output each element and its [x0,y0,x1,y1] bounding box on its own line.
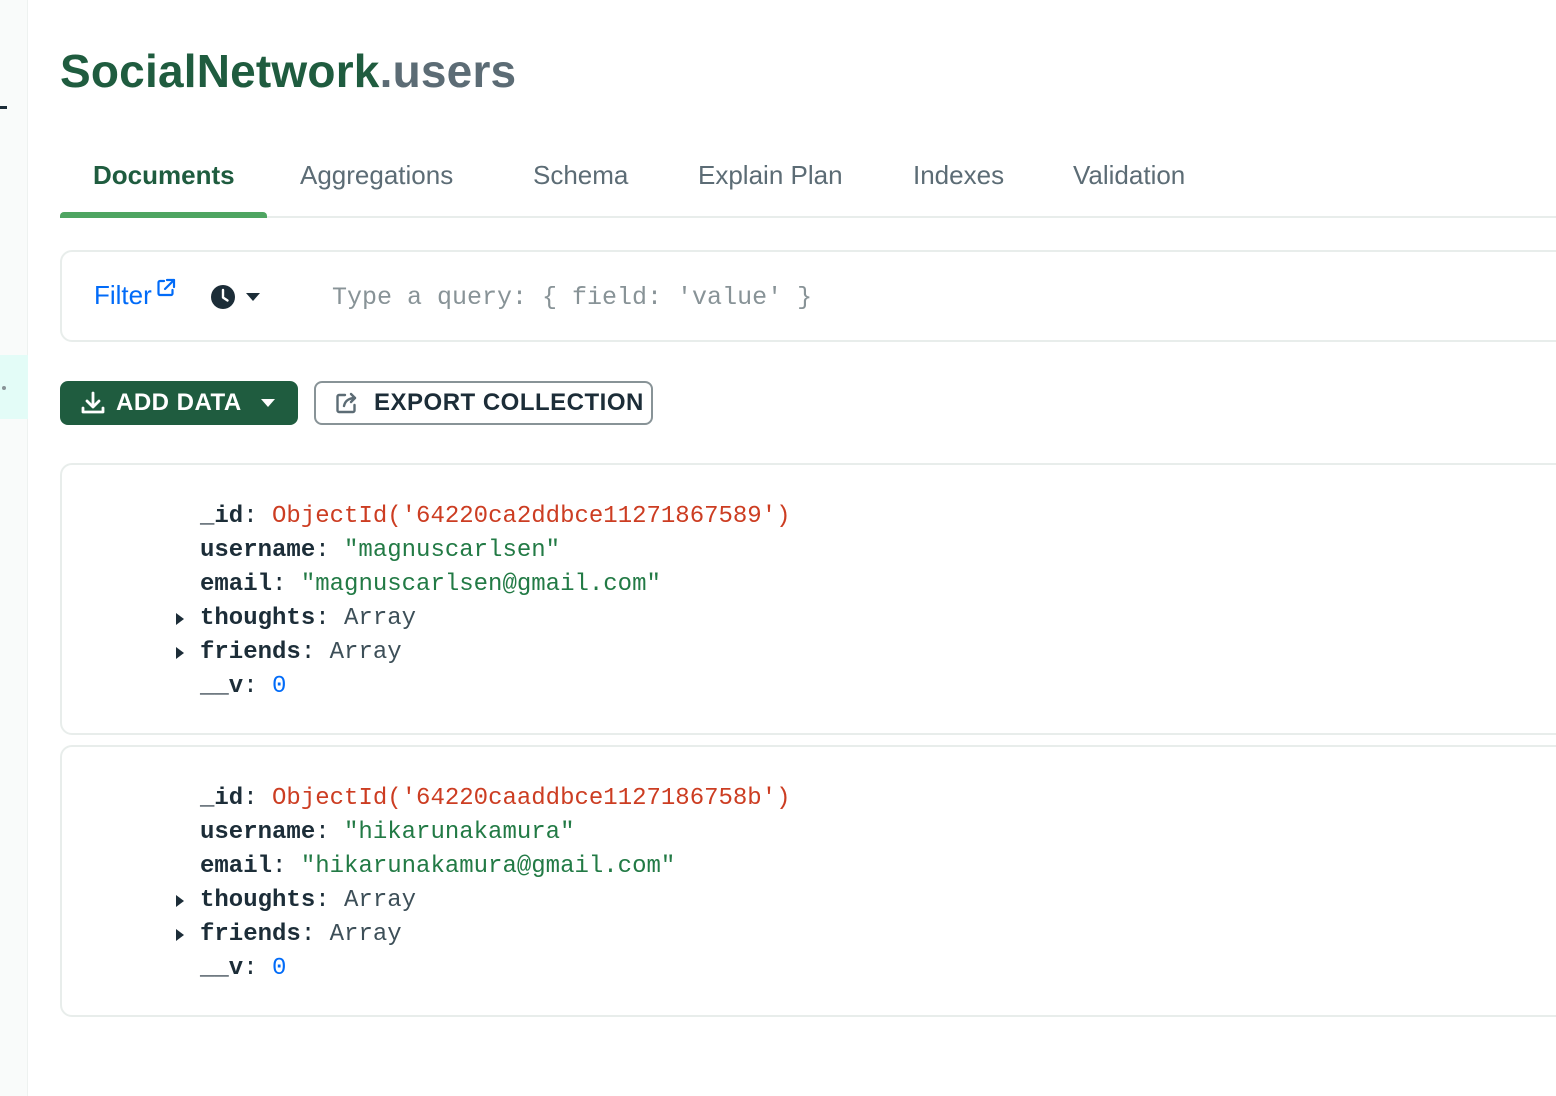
add-data-label: ADD DATA [116,389,242,416]
tab-schema[interactable]: Schema [533,134,628,216]
tab-label: Schema [533,159,629,190]
field-value-string: "hikarunakamura@gmail.com" [300,853,676,880]
field-row-friends: friends: Array [62,636,791,670]
field-row-friends: friends: Array [62,918,791,952]
field-key: thoughts [200,605,316,632]
external-link-icon [157,278,175,297]
field-value-string: "magnuscarlsen@gmail.com" [300,571,661,598]
field-row-id: _id: ObjectId('64220ca2ddbce11271867589'… [200,503,791,530]
document-card[interactable]: _id: ObjectId('64220ca2ddbce11271867589'… [60,463,1556,735]
caret-down-icon [260,399,275,407]
tab-label: Indexes [913,159,1005,190]
field-key: friends [200,921,301,948]
active-tab-indicator [60,212,267,218]
document-fields: _id: ObjectId('64220caaddbce1127186758b'… [62,782,791,986]
field-row-username: username: "hikarunakamura" [200,819,575,846]
field-row-email: email: "hikarunakamura@gmail.com" [200,853,676,880]
field-key: username [200,537,316,564]
field-value-type: Array [329,921,402,948]
field-key: email [200,571,273,598]
tab-label: Documents [93,159,235,190]
expand-arrow-icon[interactable] [176,929,184,941]
tab-validation[interactable]: Validation [1073,134,1185,216]
field-row-username: username: "magnuscarlsen" [200,537,561,564]
sidebar-marker [0,106,7,109]
field-row-thoughts: thoughts: Array [62,602,791,636]
filter-bar: Filter [60,250,1556,342]
field-row-version: __v: 0 [200,955,287,982]
field-key: friends [200,639,301,666]
tab-label: Validation [1073,159,1186,190]
tab-documents[interactable]: Documents [93,134,235,216]
field-row-thoughts: thoughts: Array [62,884,791,918]
caret-down-icon [246,293,260,301]
expand-arrow-icon[interactable] [176,647,184,659]
field-value-number: 0 [272,673,287,700]
document-card[interactable]: _id: ObjectId('64220caaddbce1127186758b'… [60,745,1556,1017]
field-value-string: "hikarunakamura" [344,819,575,846]
expand-arrow-icon[interactable] [176,895,184,907]
sidebar-dot-icon [2,386,6,390]
field-key: __v [200,673,244,700]
tab-indexes[interactable]: Indexes [913,134,1004,216]
sidebar-strip [0,0,28,1096]
field-value-number: 0 [272,955,287,982]
field-value-type: Array [344,605,417,632]
export-collection-button[interactable]: EXPORT COLLECTION [314,381,653,425]
field-key: __v [200,955,244,982]
filter-label: Filter [94,280,152,310]
tab-explain-plan[interactable]: Explain Plan [698,134,843,216]
download-icon [81,391,105,414]
add-data-button[interactable]: ADD DATA [60,381,298,425]
export-icon [336,392,357,414]
page-title: SocialNetwork.users [60,44,516,98]
database-name: SocialNetwork [60,45,380,97]
field-row-id: _id: ObjectId('64220caaddbce1127186758b'… [200,785,791,812]
field-value-objectid: ObjectId('64220caaddbce1127186758b') [272,785,791,812]
field-value-type: Array [344,887,417,914]
expand-arrow-icon[interactable] [176,613,184,625]
tab-label: Explain Plan [698,159,843,190]
collection-name: .users [379,45,517,97]
field-key: _id [200,785,244,812]
field-value-string: "magnuscarlsen" [344,537,561,564]
query-history-button[interactable] [210,284,262,310]
filter-docs-link[interactable]: Filter [94,278,176,311]
export-collection-label: EXPORT COLLECTION [374,389,644,416]
document-fields: _id: ObjectId('64220ca2ddbce11271867589'… [62,500,791,704]
tab-bar: Documents Aggregations Schema Explain Pl… [60,134,1556,218]
query-input[interactable] [332,276,1532,318]
field-key: _id [200,503,244,530]
field-row-version: __v: 0 [200,673,287,700]
field-key: username [200,819,316,846]
field-value-type: Array [329,639,402,666]
field-value-objectid: ObjectId('64220ca2ddbce11271867589') [272,503,791,530]
field-row-email: email: "magnuscarlsen@gmail.com" [200,571,661,598]
field-key: thoughts [200,887,316,914]
tab-label: Aggregations [300,159,454,190]
tab-aggregations[interactable]: Aggregations [300,134,453,216]
clock-icon [211,285,235,309]
field-key: email [200,853,273,880]
